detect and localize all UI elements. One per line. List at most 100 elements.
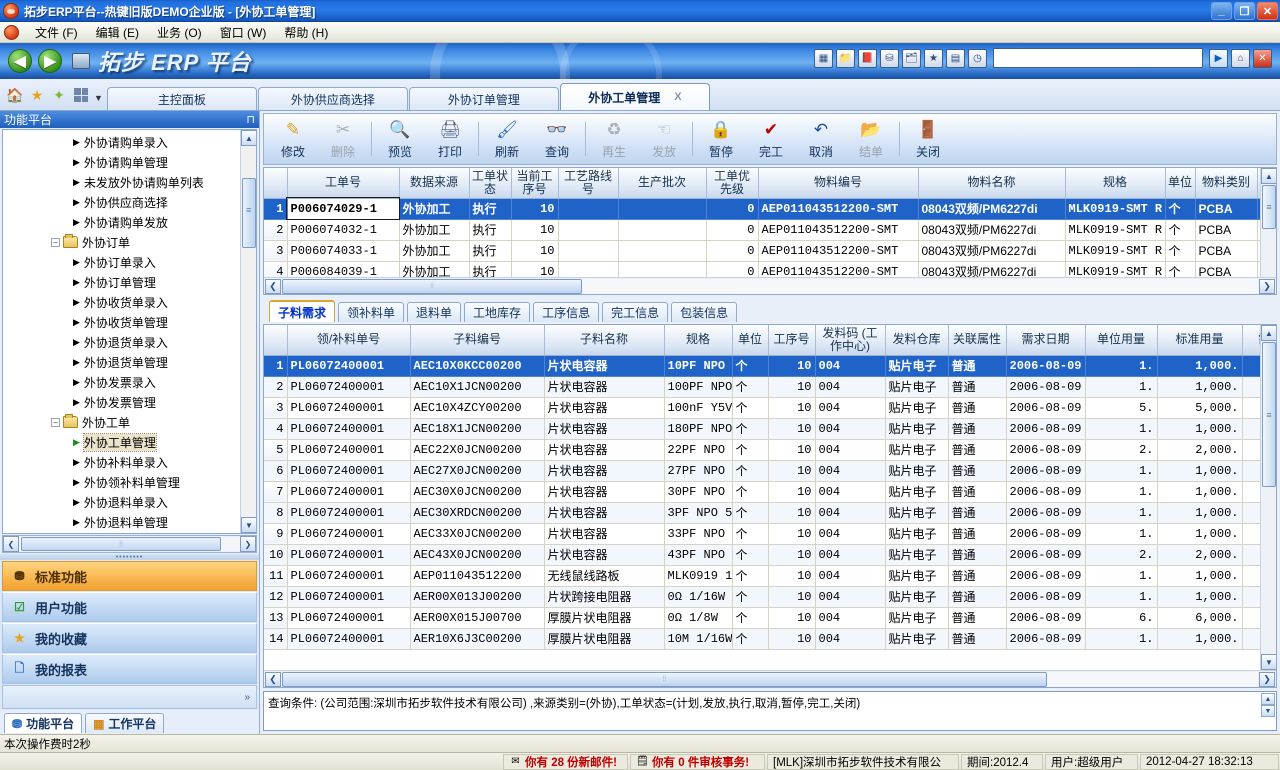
table-cell[interactable]: PCBA [1195, 240, 1257, 261]
table-cell[interactable]: AEC43X0JCN00200 [410, 544, 544, 565]
table-cell[interactable]: 08043双频/PM6227di [918, 198, 1065, 219]
tree-item[interactable]: ▶外协订单录入 [3, 252, 256, 272]
spin-down-icon[interactable]: ▼ [1261, 705, 1275, 717]
table-cell[interactable]: 180PF NPO [664, 418, 732, 439]
table-cell[interactable]: 004 [815, 439, 885, 460]
table-cell[interactable] [618, 198, 706, 219]
banner-search-input[interactable] [993, 48, 1203, 68]
table-cell[interactable]: 普通 [948, 523, 1006, 544]
table-cell[interactable]: 08043双频/PM6227di [918, 240, 1065, 261]
bottom-grid-horizontal-scrollbar[interactable]: ❮ ⦙⦙ ❯ [264, 670, 1276, 687]
table-cell[interactable]: AEC10X1JCN00200 [410, 376, 544, 397]
table-cell[interactable]: P006074032-1 [287, 219, 399, 240]
table-cell[interactable]: 贴片电子 [885, 586, 948, 607]
table-cell[interactable]: PL06072400001 [287, 460, 410, 481]
table-row[interactable]: 8PL06072400001AEC30XRDCN00200片状电容器3PF NP… [264, 502, 1276, 523]
column-header[interactable]: 领/补料单号 [287, 325, 410, 355]
table-cell[interactable]: AEC30XRDCN00200 [410, 502, 544, 523]
table-cell[interactable]: PL06072400001 [287, 628, 410, 649]
table-cell[interactable]: 004 [815, 460, 885, 481]
table-cell[interactable]: 10 [511, 198, 558, 219]
function-tree[interactable]: ▶外协请购单录入▶外协请购单管理▶未发放外协请购单列表▶外协供应商选择▶外协请购… [2, 129, 257, 534]
table-cell[interactable]: 004 [815, 502, 885, 523]
folder-up-icon[interactable]: 📁 [836, 49, 855, 68]
table-cell[interactable]: 2,000. [1157, 439, 1242, 460]
tree-folder[interactable]: –分析报表 [3, 532, 256, 534]
back-button[interactable]: ◀ [8, 49, 32, 73]
table-cell[interactable] [618, 219, 706, 240]
table-cell[interactable]: 0 [706, 240, 758, 261]
pin-icon[interactable]: ⊓ [246, 113, 255, 126]
table-cell[interactable]: PL06072400001 [287, 376, 410, 397]
table-cell[interactable]: AEC10X0KCC00200 [410, 355, 544, 376]
tree-item[interactable]: ▶外协收货单管理 [3, 312, 256, 332]
table-cell[interactable]: 片状电容器 [544, 481, 664, 502]
table-cell[interactable]: 片状电容器 [544, 355, 664, 376]
table-cell[interactable]: 普通 [948, 439, 1006, 460]
table-cell[interactable]: PCBA [1195, 219, 1257, 240]
table-cell[interactable]: 0Ω 1/8W [664, 607, 732, 628]
material-requirement-grid[interactable]: 领/补料单号子料编号子料名称规格单位工序号发料码 (工作中心)发料仓库关联属性需… [263, 324, 1277, 688]
detail-tab-5[interactable]: 完工信息 [602, 302, 668, 322]
table-cell[interactable]: 2006-08-09 [1006, 397, 1085, 418]
sidebar-tab-work-platform[interactable]: ▦ 工作平台 [85, 713, 164, 733]
minimize-button[interactable]: _ [1211, 2, 1232, 20]
table-cell[interactable]: 普通 [948, 565, 1006, 586]
column-header[interactable]: 单位用量 [1085, 325, 1157, 355]
sidebar-item-standard-functions[interactable]: ⛃ 标准功能 [2, 561, 257, 591]
table-cell[interactable]: 个 [732, 502, 768, 523]
table-row[interactable]: 3P006074033-1外协加工执行100AEP011043512200-SM… [264, 240, 1276, 261]
sidebar-tab-function-platform[interactable]: ⛃ 功能平台 [4, 713, 82, 733]
table-cell[interactable]: AER10X6J3C00200 [410, 628, 544, 649]
table-cell[interactable]: 片状电容器 [544, 460, 664, 481]
tree-item[interactable]: ▶外协退料单管理 [3, 512, 256, 532]
table-cell[interactable]: 1. [1085, 355, 1157, 376]
table-cell[interactable]: 004 [815, 628, 885, 649]
h-scroll-thumb[interactable]: ⦙⦙ [282, 672, 1047, 687]
table-cell[interactable]: 2006-08-09 [1006, 481, 1085, 502]
table-row[interactable]: 7PL06072400001AEC30X0JCN00200片状电容器30PF N… [264, 481, 1276, 502]
go-icon[interactable]: ▶ [1209, 49, 1228, 68]
scroll-left-button[interactable]: ❮ [265, 672, 281, 687]
table-cell[interactable]: AER00X013J00200 [410, 586, 544, 607]
column-header[interactable]: 物料名称 [918, 168, 1065, 198]
table-cell[interactable] [558, 240, 618, 261]
table-cell[interactable]: 1,000. [1157, 523, 1242, 544]
tree-horizontal-scrollbar[interactable]: ❮ ⦙⦙ ❯ [2, 535, 257, 553]
table-cell[interactable]: 个 [1165, 261, 1195, 277]
detail-tab-0[interactable]: 子料需求 [269, 300, 335, 322]
table-cell[interactable]: 2. [1085, 439, 1157, 460]
table-cell[interactable]: PL06072400001 [287, 397, 410, 418]
grid-view-icon[interactable] [70, 83, 92, 107]
table-cell[interactable]: 1,000. [1157, 502, 1242, 523]
clock-icon[interactable]: ◷ [968, 49, 987, 68]
table-cell[interactable]: 2006-08-09 [1006, 565, 1085, 586]
tree-item[interactable]: ▶外协收货单录入 [3, 292, 256, 312]
h-scroll-thumb[interactable]: ⦙⦙ [21, 537, 221, 551]
table-cell[interactable]: 外协加工 [399, 219, 469, 240]
menu-item-help[interactable]: 帮助 (H) [276, 22, 336, 43]
table-cell[interactable]: 无线鼠线路板 [544, 565, 664, 586]
table-cell[interactable]: 个 [732, 355, 768, 376]
toolbar-button-exit[interactable]: 🚪关闭 [903, 116, 953, 162]
table-cell[interactable]: 10 [768, 607, 815, 628]
table-cell[interactable]: 004 [815, 481, 885, 502]
table-cell[interactable]: 1. [1085, 418, 1157, 439]
table-cell[interactable]: 片状电容器 [544, 376, 664, 397]
maximize-button[interactable]: ❐ [1234, 2, 1255, 20]
table-cell[interactable]: 个 [1165, 198, 1195, 219]
tree-item[interactable]: ▶外协发票录入 [3, 372, 256, 392]
table-cell[interactable]: 普通 [948, 355, 1006, 376]
table-cell[interactable]: 1,000. [1157, 565, 1242, 586]
table-cell[interactable]: 1. [1085, 502, 1157, 523]
tree-folder[interactable]: –外协工单 [3, 412, 256, 432]
tab-supplier-select[interactable]: 外协供应商选择 [258, 87, 408, 110]
star-icon[interactable]: ★ [924, 49, 943, 68]
table-cell[interactable]: 片状电容器 [544, 418, 664, 439]
table-cell[interactable]: 10 [511, 261, 558, 277]
h-scroll-thumb[interactable]: ⦙⦙ [282, 279, 582, 294]
tab-main-panel[interactable]: 主控面板 [107, 87, 257, 110]
table-cell[interactable]: 执行 [469, 261, 511, 277]
star-add-icon[interactable]: ✦ [48, 83, 70, 107]
spin-up-icon[interactable]: ▲ [1261, 693, 1275, 705]
